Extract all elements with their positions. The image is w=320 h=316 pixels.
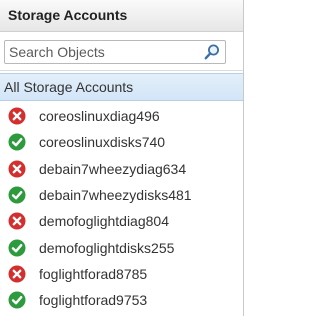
all-storage-accounts-label: All Storage Accounts bbox=[4, 79, 134, 95]
error-icon bbox=[8, 265, 26, 283]
all-storage-accounts-item[interactable]: All Storage Accounts bbox=[0, 73, 243, 101]
panel-title: Storage Accounts bbox=[0, 0, 243, 32]
list-item-label: foglightforad9753 bbox=[39, 292, 148, 309]
list-item-label: debain7wheezydisks481 bbox=[39, 187, 192, 204]
list-item-label: foglightforad8785 bbox=[39, 265, 148, 282]
list-item-label: demofoglightdisks255 bbox=[39, 239, 175, 256]
list-item[interactable]: debain7wheezydisks481 bbox=[0, 182, 243, 208]
list-item[interactable]: debain7wheezydiag634 bbox=[0, 156, 243, 182]
list-item[interactable]: coreoslinuxdiag496 bbox=[0, 103, 243, 129]
storage-accounts-panel: Storage Accounts All Storage Accounts co… bbox=[0, 0, 244, 316]
error-icon bbox=[8, 107, 26, 125]
search-input[interactable] bbox=[4, 40, 226, 64]
search-icon[interactable] bbox=[203, 43, 221, 61]
check-icon bbox=[8, 133, 26, 151]
check-icon bbox=[8, 291, 26, 309]
search-box bbox=[4, 40, 226, 64]
list-item[interactable]: foglightforad8785 bbox=[0, 261, 243, 287]
list-item[interactable]: foglightforad9753 bbox=[0, 287, 243, 313]
check-icon bbox=[8, 239, 26, 257]
divider bbox=[0, 70, 243, 71]
list-item-label: coreoslinuxdisks740 bbox=[39, 134, 166, 151]
storage-account-list: coreoslinuxdiag496 coreoslinuxdisks740 d… bbox=[0, 103, 243, 313]
list-item-label: debain7wheezydiag634 bbox=[39, 160, 187, 177]
error-icon bbox=[8, 160, 26, 178]
error-icon bbox=[8, 212, 26, 230]
list-item-label: coreoslinuxdiag496 bbox=[39, 108, 160, 125]
list-item[interactable]: demofoglightdisks255 bbox=[0, 234, 243, 260]
list-item[interactable]: demofoglightdiag804 bbox=[0, 208, 243, 234]
list-item[interactable]: coreoslinuxdisks740 bbox=[0, 129, 243, 155]
check-icon bbox=[8, 186, 26, 204]
list-item-label: demofoglightdiag804 bbox=[39, 213, 169, 230]
